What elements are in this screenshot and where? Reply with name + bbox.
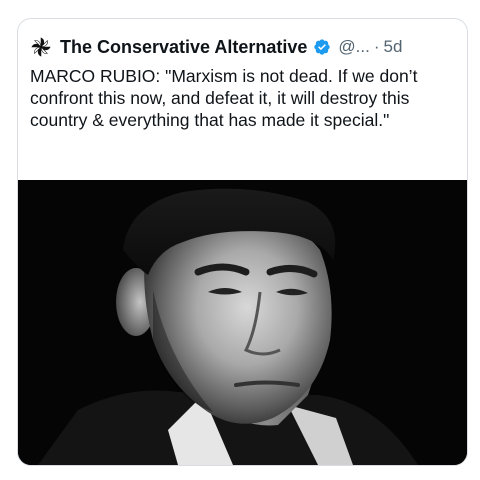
author-handle[interactable]: @... [338, 37, 369, 57]
verified-badge-icon [314, 39, 331, 55]
author-name[interactable]: The Conservative Alternative [60, 37, 307, 58]
tweet-text: MARCO RUBIO: "Marxism is not dead. If we… [30, 66, 418, 130]
portrait-photo [18, 180, 467, 465]
tweet-card[interactable]: The Conservative Alternative @... · 5d M… [17, 18, 468, 466]
tweet-media-photo[interactable] [18, 180, 467, 465]
tweet-header: The Conservative Alternative @... · 5d [30, 35, 402, 59]
post-timestamp[interactable]: 5d [384, 37, 403, 57]
header-separator: · [373, 37, 380, 56]
pinwheel-logo-icon[interactable] [30, 36, 52, 58]
